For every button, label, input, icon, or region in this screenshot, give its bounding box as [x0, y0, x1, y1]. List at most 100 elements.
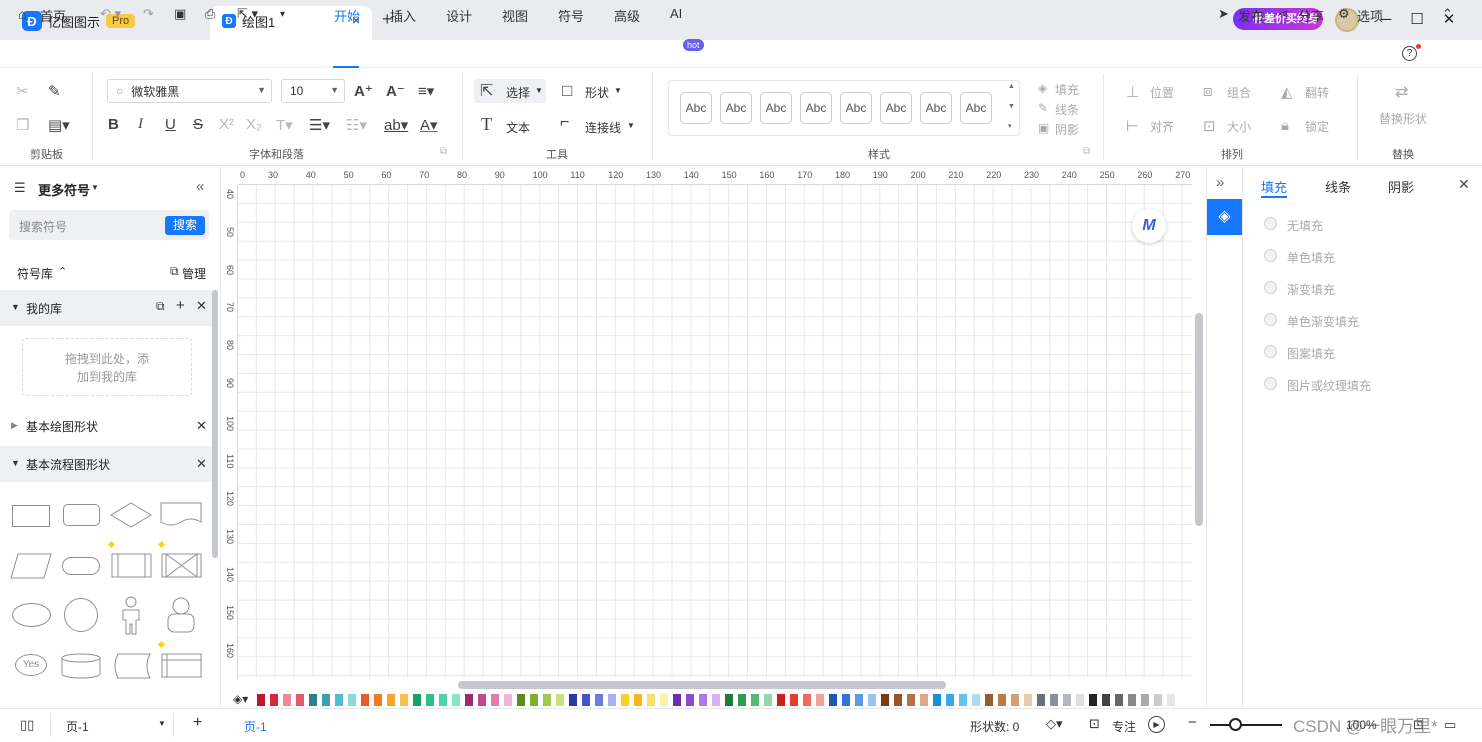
align-objects-icon[interactable]: ⊢	[1126, 117, 1139, 135]
color-swatch[interactable]	[881, 694, 889, 706]
color-swatch[interactable]	[504, 694, 512, 706]
zoom-slider-track[interactable]	[1210, 724, 1282, 726]
fill-panel-icon[interactable]: ◈	[1207, 199, 1242, 235]
close-icon[interactable]: ✕	[196, 298, 207, 314]
cut-icon[interactable]: ✂	[16, 82, 29, 100]
color-swatch[interactable]	[621, 694, 629, 706]
color-swatch[interactable]	[673, 694, 681, 706]
color-swatch[interactable]	[829, 694, 837, 706]
ai-assistant-icon[interactable]: M	[1132, 209, 1166, 243]
publish-icon[interactable]: ➤	[1218, 6, 1229, 22]
options-icon[interactable]: ⚙	[1338, 6, 1350, 22]
style-swatch[interactable]: Abc	[680, 92, 712, 124]
text-case-icon[interactable]: T▾	[276, 116, 293, 134]
ellipse-shape[interactable]	[12, 603, 51, 627]
subscript-icon[interactable]: X₂	[246, 116, 262, 133]
color-swatch[interactable]	[309, 694, 317, 706]
increase-font-icon[interactable]: A⁺	[354, 82, 373, 100]
color-swatch[interactable]	[725, 694, 733, 706]
lock-icon[interactable]: 🔒︎	[1281, 117, 1289, 134]
select-tool-label[interactable]: 选择	[506, 84, 530, 101]
color-swatch[interactable]	[647, 694, 655, 706]
fill-icon[interactable]: ◈	[1038, 81, 1047, 95]
color-swatch[interactable]	[556, 694, 564, 706]
add-page-button[interactable]: +	[193, 714, 202, 732]
size-icon[interactable]: ⊡	[1203, 117, 1216, 135]
more-symbols-title[interactable]: 更多符号	[38, 180, 90, 199]
export-library-icon[interactable]: ⧉	[156, 299, 165, 314]
gallery-expand-icon[interactable]: ▾	[1008, 122, 1012, 130]
list-icon[interactable]: ☷▾	[346, 116, 367, 134]
position-button[interactable]: 位置	[1150, 84, 1174, 101]
color-swatch[interactable]	[530, 694, 538, 706]
decision-shape[interactable]	[110, 502, 152, 528]
drawing-canvas[interactable]	[238, 185, 1192, 678]
color-swatch[interactable]	[478, 694, 486, 706]
export-icon[interactable]: ⇱ ▾	[237, 6, 258, 22]
pointer-icon[interactable]: ⇱	[480, 81, 493, 101]
symbol-search-input[interactable]: 搜索符号	[19, 218, 67, 235]
yes-connector-shape[interactable]: Yes	[15, 654, 47, 676]
horizontal-scrollbar[interactable]	[458, 681, 946, 689]
tab-fill[interactable]: 填充	[1261, 177, 1287, 196]
add-icon[interactable]: +	[176, 297, 185, 314]
card-shape[interactable]	[161, 652, 203, 680]
active-page-tab[interactable]: 页-1	[244, 718, 267, 735]
focus-mode-button[interactable]: 专注	[1112, 718, 1136, 735]
color-swatch[interactable]	[413, 694, 421, 706]
radio-no-fill[interactable]	[1264, 217, 1277, 230]
color-swatch[interactable]	[1089, 694, 1097, 706]
color-swatch[interactable]	[868, 694, 876, 706]
text-tool-icon[interactable]: T	[481, 114, 492, 135]
radio-gradient-fill[interactable]	[1264, 281, 1277, 294]
color-swatch[interactable]	[270, 694, 278, 706]
color-swatch[interactable]	[985, 694, 993, 706]
color-swatch[interactable]	[257, 694, 265, 706]
home-icon[interactable]: ⌂	[18, 6, 26, 22]
color-swatch[interactable]	[439, 694, 447, 706]
document-shape[interactable]	[160, 502, 202, 528]
color-swatch[interactable]	[322, 694, 330, 706]
align-button[interactable]: 对齐	[1150, 118, 1174, 135]
paste-icon[interactable]: ▤▾	[48, 116, 70, 134]
menu-advanced[interactable]: 高级	[614, 6, 640, 25]
zoom-out-icon[interactable]: −	[1188, 714, 1197, 731]
bold-icon[interactable]: B	[108, 116, 119, 133]
color-swatch[interactable]	[686, 694, 694, 706]
flip-icon[interactable]: ◭	[1281, 83, 1293, 101]
style-swatch[interactable]: Abc	[800, 92, 832, 124]
style-dialog-launcher-icon[interactable]: ⧉	[1083, 146, 1090, 157]
color-swatch[interactable]	[803, 694, 811, 706]
color-swatch[interactable]	[400, 694, 408, 706]
gallery-down-icon[interactable]: ▼	[1008, 103, 1015, 110]
color-swatch[interactable]	[959, 694, 967, 706]
position-icon[interactable]: ⊥	[1126, 83, 1139, 101]
focus-icon[interactable]: ⊡	[1089, 716, 1100, 732]
color-swatch[interactable]	[1115, 694, 1123, 706]
superscript-icon[interactable]: X²	[219, 116, 234, 133]
color-swatch[interactable]	[452, 694, 460, 706]
vertical-scrollbar[interactable]	[1195, 313, 1203, 526]
fullscreen-icon[interactable]: ▭	[1444, 717, 1456, 733]
color-swatch[interactable]	[933, 694, 941, 706]
page-list-icon[interactable]: ▯▯	[20, 717, 34, 733]
rounded-rectangle-shape[interactable]	[63, 504, 100, 526]
color-swatch[interactable]	[465, 694, 473, 706]
menu-design[interactable]: 设计	[446, 6, 472, 25]
share-icon[interactable]: ⋖	[1278, 6, 1289, 22]
save-icon[interactable]: ▣	[174, 6, 186, 22]
manage-button[interactable]: 管理	[182, 265, 206, 282]
color-swatch[interactable]	[1050, 694, 1058, 706]
decrease-font-icon[interactable]: A⁻	[386, 82, 405, 100]
style-swatch[interactable]: Abc	[960, 92, 992, 124]
color-swatch[interactable]	[751, 694, 759, 706]
circle-shape[interactable]	[64, 598, 98, 632]
color-swatch[interactable]	[569, 694, 577, 706]
expand-panel-icon[interactable]: »	[1216, 174, 1224, 191]
print-icon[interactable]: ⎙	[205, 6, 215, 22]
font-dialog-launcher-icon[interactable]: ⧉	[440, 146, 447, 157]
color-swatch[interactable]	[699, 694, 707, 706]
underline-icon[interactable]: U	[165, 116, 176, 133]
color-swatch[interactable]	[1154, 694, 1162, 706]
font-family-select[interactable]: ○ 微软雅黑 ▼	[107, 79, 272, 103]
